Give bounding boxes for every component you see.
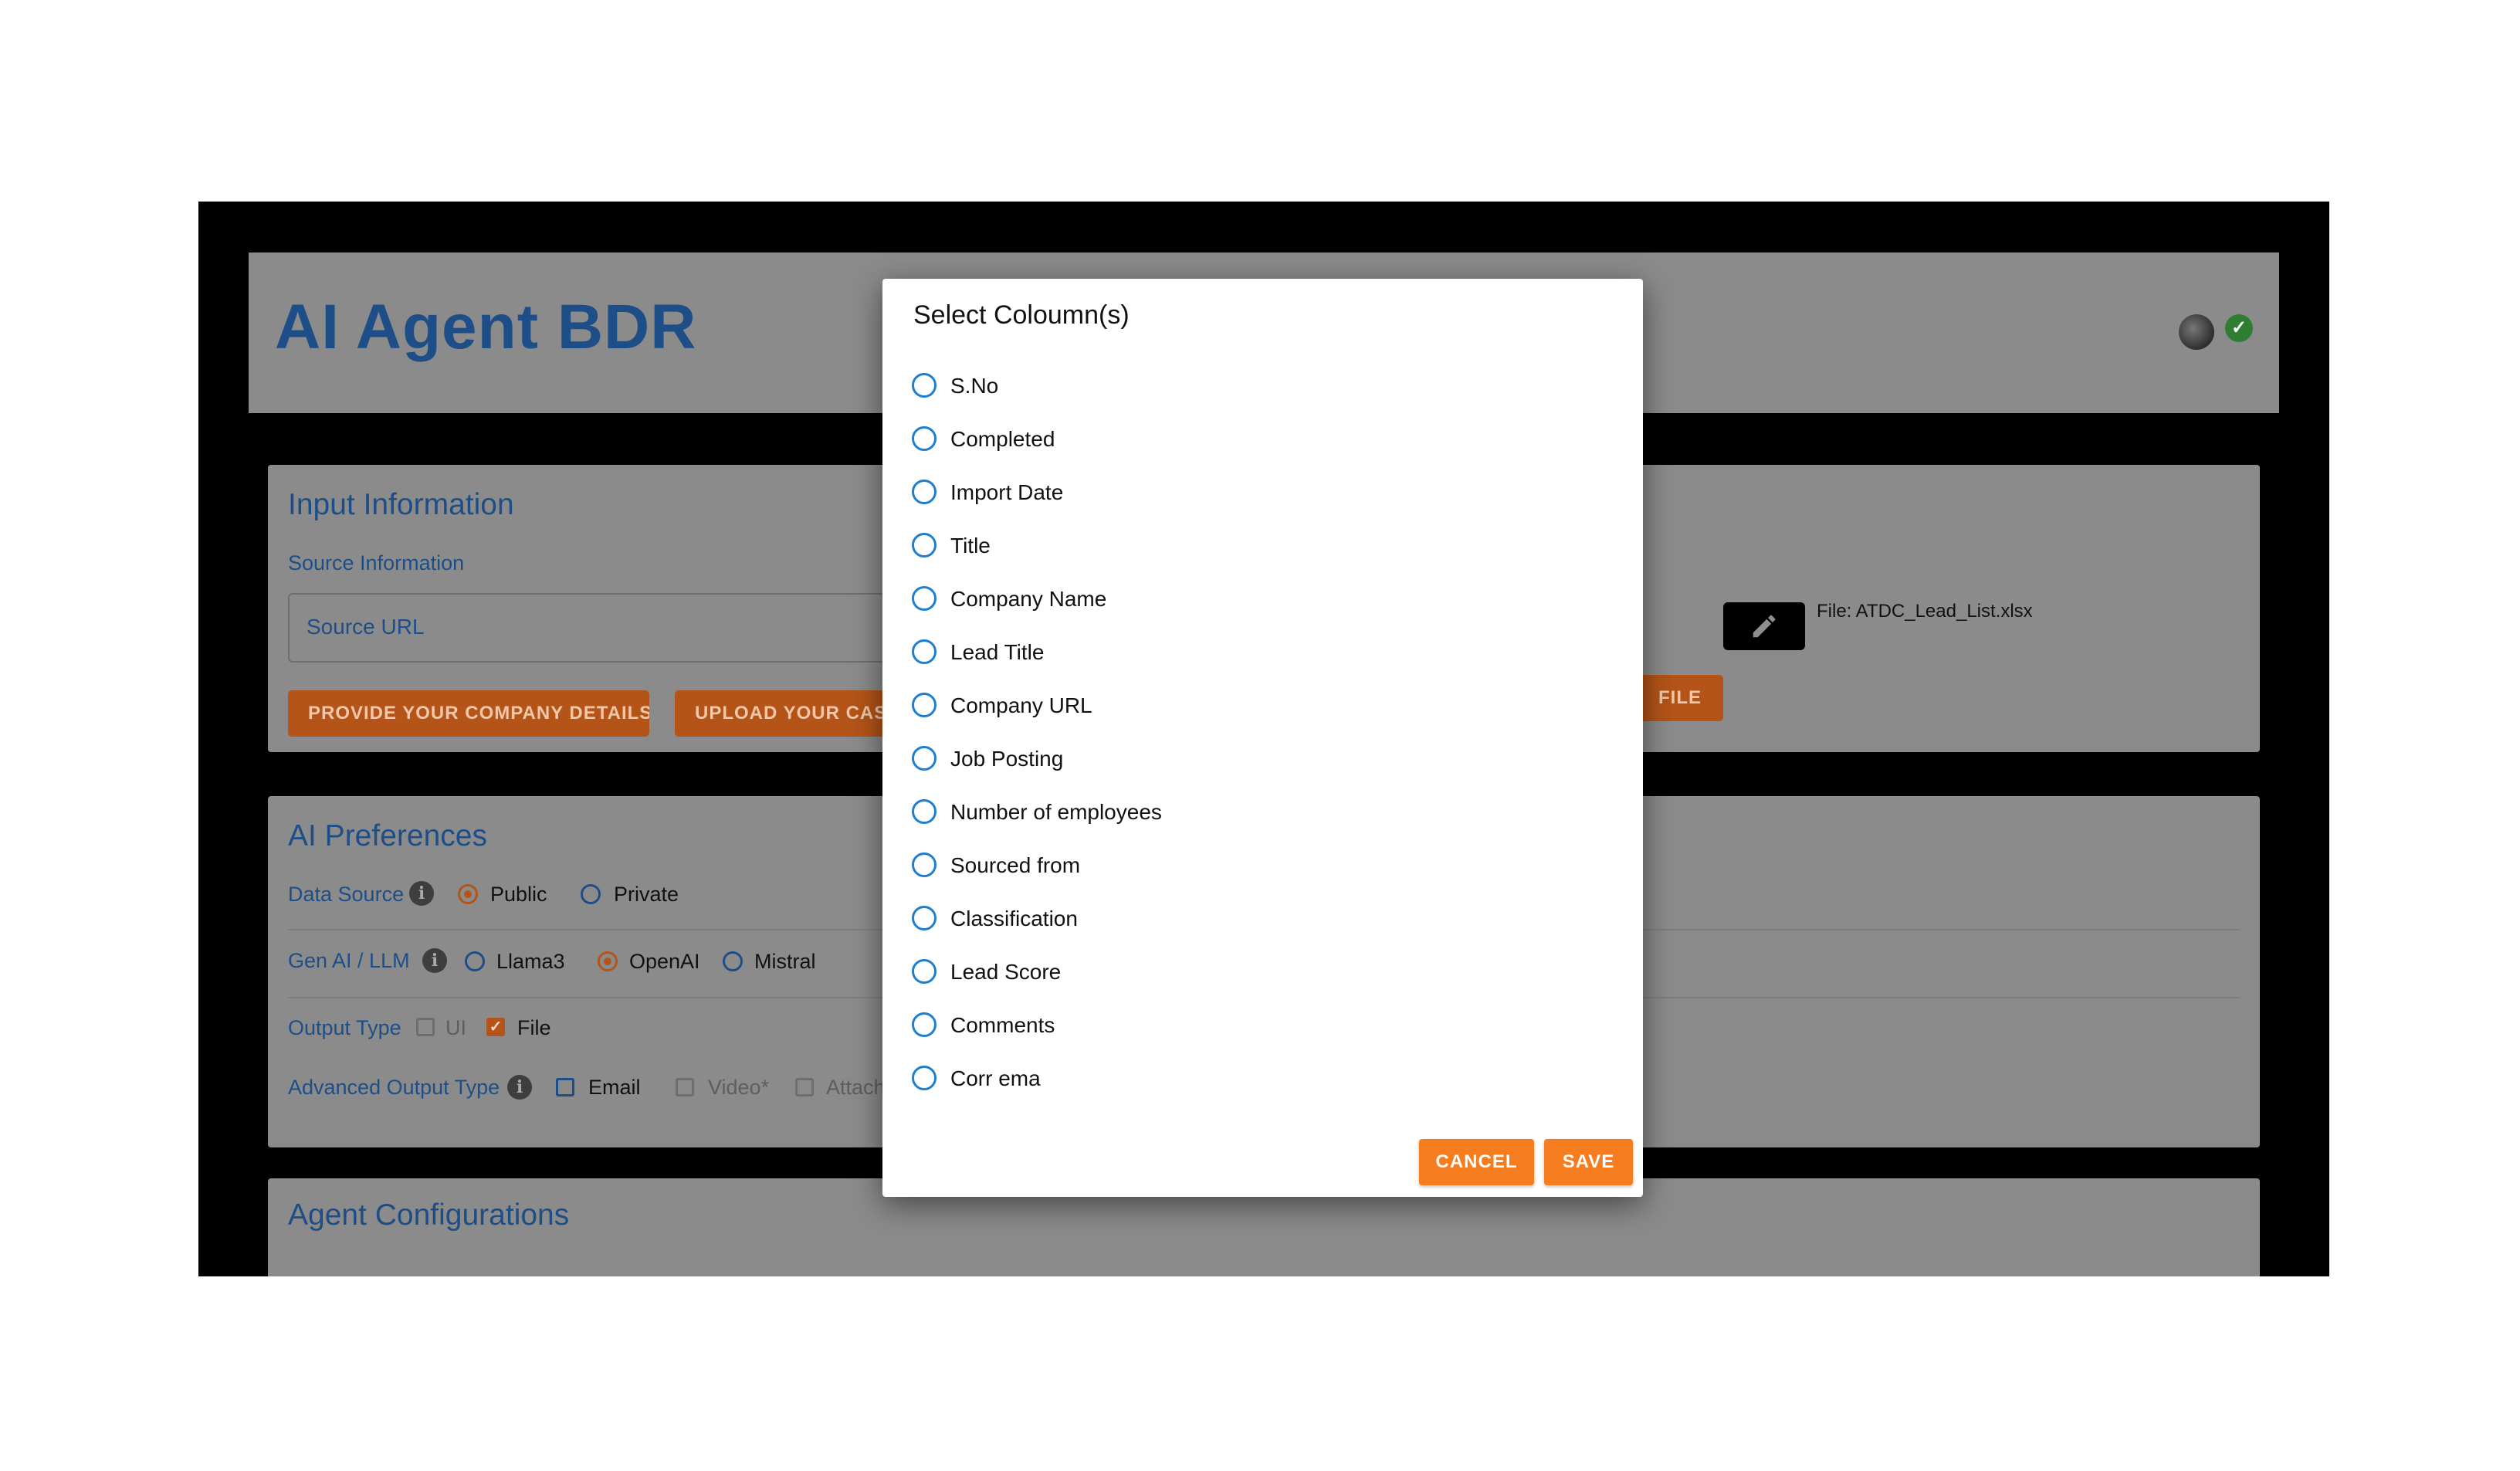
column-option[interactable]: Completed: [912, 423, 1375, 454]
radio-icon[interactable]: [912, 746, 937, 771]
data-source-private-radio[interactable]: [581, 884, 601, 904]
column-option-label: S.No: [950, 374, 999, 398]
radio-icon[interactable]: [912, 959, 937, 984]
edit-file-button[interactable]: [1723, 602, 1805, 650]
column-option-label: Number of employees: [950, 800, 1162, 824]
source-url-input[interactable]: Source URL: [288, 593, 983, 663]
column-option[interactable]: Job Posting: [912, 743, 1375, 774]
llm-llama3-label: Llama3: [496, 950, 565, 973]
save-button[interactable]: SAVE: [1544, 1139, 1633, 1185]
llm-llama3-radio[interactable]: [465, 951, 485, 971]
column-option[interactable]: Corr ema: [912, 1063, 1375, 1093]
cancel-button[interactable]: CANCEL: [1419, 1139, 1534, 1185]
advanced-attach-label: Attach: [826, 1076, 886, 1099]
advanced-video-label: Video*: [708, 1076, 770, 1099]
column-option[interactable]: Lead Title: [912, 636, 1375, 667]
column-option[interactable]: Number of employees: [912, 796, 1375, 827]
column-option-label: Lead Score: [950, 960, 1062, 984]
radio-icon[interactable]: [912, 852, 937, 877]
llm-openai-radio[interactable]: [598, 951, 618, 971]
output-type-label: Output Type: [288, 1016, 401, 1039]
advanced-output-label: Advanced Output Type: [288, 1076, 500, 1099]
upload-file-button-label: FILE: [1658, 687, 1702, 708]
app-title: AI Agent BDR: [275, 292, 697, 362]
llm-mistral-label: Mistral: [754, 950, 816, 973]
company-details-button[interactable]: PROVIDE YOUR COMPANY DETAILS: [288, 690, 649, 737]
column-option[interactable]: Comments: [912, 1009, 1375, 1040]
output-file-label: File: [517, 1016, 551, 1039]
radio-icon[interactable]: [912, 799, 937, 824]
input-information-title: Input Information: [288, 488, 514, 521]
column-option-label: Corr ema: [950, 1066, 1041, 1090]
pencil-icon: [1753, 615, 1776, 638]
select-columns-dialog: Select Coloumn(s) S.No Completed Import …: [882, 279, 1643, 1197]
advanced-video-checkbox[interactable]: [676, 1078, 694, 1096]
advanced-attach-checkbox[interactable]: [795, 1078, 814, 1096]
user-avatar[interactable]: [2179, 314, 2214, 350]
advanced-output-info-icon[interactable]: i: [507, 1075, 532, 1100]
ai-preferences-title: AI Preferences: [288, 819, 487, 852]
radio-icon[interactable]: [912, 1066, 937, 1090]
radio-icon[interactable]: [912, 906, 937, 930]
column-option-label: Company URL: [950, 693, 1092, 717]
data-source-info-icon[interactable]: i: [409, 881, 434, 906]
radio-icon[interactable]: [912, 533, 937, 558]
gen-ai-info-icon[interactable]: i: [422, 948, 447, 973]
llm-mistral-radio[interactable]: [723, 951, 743, 971]
gen-ai-label: Gen AI / LLM: [288, 949, 410, 972]
output-file-checkbox[interactable]: ✓: [486, 1018, 505, 1036]
column-option[interactable]: Company Name: [912, 583, 1375, 614]
column-option-label: Lead Title: [950, 640, 1045, 664]
data-source-label: Data Source: [288, 883, 405, 906]
column-option[interactable]: Classification: [912, 903, 1375, 934]
upload-file-button[interactable]: FILE: [1634, 675, 1723, 721]
llm-openai-label: OpenAI: [629, 950, 700, 973]
agent-configurations-title: Agent Configurations: [288, 1198, 570, 1232]
column-option[interactable]: Sourced from: [912, 849, 1375, 880]
radio-icon[interactable]: [912, 693, 937, 717]
column-option-label: Import Date: [950, 480, 1064, 504]
column-option-label: Job Posting: [950, 747, 1064, 771]
column-option-label: Classification: [950, 907, 1078, 930]
column-option-label: Completed: [950, 427, 1055, 451]
advanced-email-label: Email: [588, 1076, 641, 1099]
check-circle-icon: ✓: [2225, 314, 2253, 342]
column-option[interactable]: Company URL: [912, 690, 1375, 720]
radio-icon[interactable]: [912, 426, 937, 451]
column-option-label: Comments: [950, 1013, 1055, 1037]
dialog-title: Select Coloumn(s): [913, 300, 1130, 330]
radio-icon[interactable]: [912, 586, 937, 611]
output-ui-checkbox[interactable]: [416, 1018, 435, 1036]
data-source-public-label: Public: [490, 883, 547, 906]
column-option[interactable]: S.No: [912, 370, 1375, 401]
data-source-public-radio[interactable]: [458, 884, 478, 904]
data-source-private-label: Private: [614, 883, 679, 906]
column-option[interactable]: Title: [912, 530, 1375, 561]
column-option[interactable]: Lead Score: [912, 956, 1375, 987]
output-ui-label: UI: [445, 1016, 466, 1039]
radio-icon[interactable]: [912, 480, 937, 504]
radio-icon[interactable]: [912, 1012, 937, 1037]
radio-icon[interactable]: [912, 373, 937, 398]
source-url-placeholder: Source URL: [307, 615, 425, 639]
column-option[interactable]: Import Date: [912, 476, 1375, 507]
column-option-label: Sourced from: [950, 853, 1081, 877]
radio-icon[interactable]: [912, 639, 937, 664]
source-information-label: Source Information: [288, 551, 465, 575]
column-option-label: Company Name: [950, 587, 1107, 611]
file-name-text: File: ATDC_Lead_List.xlsx: [1817, 601, 2033, 622]
upload-case-button[interactable]: UPLOAD YOUR CASE: [675, 690, 891, 737]
column-option-label: Title: [950, 534, 991, 558]
advanced-email-checkbox[interactable]: [556, 1078, 574, 1096]
